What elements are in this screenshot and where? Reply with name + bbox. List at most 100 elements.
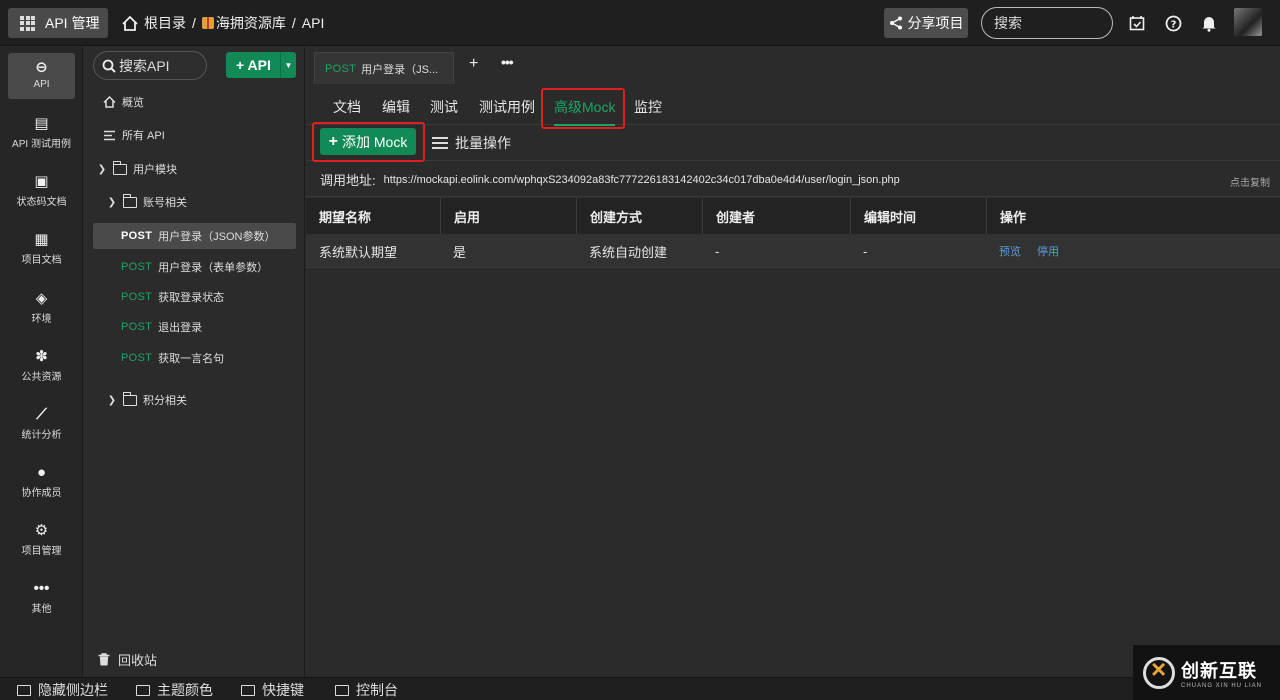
copy-url-link[interactable]: 点击复制 bbox=[1230, 174, 1270, 189]
more-tabs-icon[interactable]: ••• bbox=[501, 54, 514, 70]
nav-label: API bbox=[33, 79, 50, 90]
tree-api-item[interactable]: POST 获取登录状态 bbox=[93, 284, 296, 310]
nav-item-project-management[interactable]: ⚙ 项目管理 bbox=[0, 515, 83, 565]
help-icon[interactable]: ? bbox=[1163, 13, 1183, 33]
recycle-bin[interactable]: 回收站 bbox=[98, 650, 157, 669]
col-header: 操作 bbox=[986, 198, 1280, 234]
folder-icon bbox=[122, 391, 137, 406]
nav-item-api-test-cases[interactable]: ▤ API 测试用例 bbox=[0, 108, 83, 158]
logo-subtext: CHUANG XIN HU LIAN bbox=[1181, 682, 1263, 689]
method-badge: POST bbox=[121, 291, 153, 303]
tree-api-item[interactable]: POST 用户登录（JSON参数） bbox=[93, 223, 296, 249]
cell-enabled: 是 bbox=[453, 244, 467, 260]
api-name: 获取一言名句 bbox=[158, 353, 225, 365]
nav-label: API 测试用例 bbox=[12, 139, 71, 150]
theme-color-button[interactable]: 主题颜色 bbox=[136, 680, 213, 700]
cell-actions: 预览 停用 bbox=[986, 234, 1075, 268]
nav-item-statistics[interactable]: ⟋ 统计分析 bbox=[0, 399, 83, 449]
home-icon bbox=[103, 96, 116, 108]
tree-group-user[interactable]: ❯ 用户模块 bbox=[93, 156, 296, 182]
cell-creator: - bbox=[715, 243, 720, 259]
tab-edit[interactable]: 编辑 bbox=[382, 97, 410, 117]
cell-name: 系统默认期望 bbox=[319, 244, 398, 260]
open-doc-tab[interactable]: POST 用户登录（JS... bbox=[314, 52, 454, 84]
recycle-label: 回收站 bbox=[118, 653, 158, 668]
grid-icon bbox=[20, 15, 35, 31]
batch-operations-button[interactable]: 批量操作 bbox=[432, 133, 511, 153]
left-nav: ⊖ API ▤ API 测试用例 ▣ 状态码文档 ▦ 项目文档 ◈ 环境 ✽ 公共资源 ⟋ 统… bbox=[0, 47, 83, 677]
tree-group-account[interactable]: ❯ 账号相关 bbox=[93, 189, 296, 215]
folder-icon bbox=[112, 160, 127, 175]
tree-label: 概览 bbox=[122, 97, 144, 109]
folder-icon bbox=[122, 193, 137, 208]
menu-lines-icon bbox=[432, 137, 448, 149]
nav-item-shared-resources[interactable]: ✽ 公共资源 bbox=[0, 341, 83, 391]
share-project-button[interactable]: 分享项目 bbox=[884, 8, 968, 38]
add-api-button[interactable]: + API ▼ bbox=[226, 52, 296, 78]
global-search-input[interactable]: 搜索 bbox=[981, 7, 1113, 39]
avatar[interactable] bbox=[1234, 8, 1262, 36]
tree-all-api[interactable]: 所有 API bbox=[93, 122, 296, 148]
breadcrumb-api[interactable]: API bbox=[302, 15, 325, 31]
tab-test-cases[interactable]: 测试用例 bbox=[479, 97, 535, 117]
nav-label: 项目文档 bbox=[21, 255, 62, 266]
home-icon bbox=[122, 15, 138, 31]
api-tree-panel: 搜索API + API ▼ 概览 所有 API ❯ 用户模块 ❯ 账号相关 PO… bbox=[84, 47, 305, 677]
add-tab-icon[interactable]: + bbox=[469, 55, 478, 73]
link-icon: ⊖ bbox=[35, 59, 48, 76]
user-icon: ● bbox=[36, 464, 47, 481]
breadcrumb-project[interactable]: 海拥资源库 bbox=[216, 13, 286, 33]
logo-mark-icon bbox=[1143, 654, 1175, 689]
bottom-label: 控制台 bbox=[356, 682, 398, 698]
col-header: 创建者 bbox=[702, 198, 850, 234]
nav-item-environment[interactable]: ◈ 环境 bbox=[0, 283, 83, 333]
preview-link[interactable]: 预览 bbox=[999, 243, 1021, 259]
bottom-bar: 隐藏侧边栏 主题颜色 快捷键 控制台 bbox=[0, 677, 1280, 700]
app-menu-button[interactable]: API 管理 bbox=[8, 8, 108, 38]
nav-item-project-docs[interactable]: ▦ 项目文档 bbox=[0, 224, 83, 274]
tree-group-points[interactable]: ❯ 积分相关 bbox=[93, 387, 296, 413]
chevron-down-icon: ❯ bbox=[97, 163, 107, 175]
app-label: API 管理 bbox=[45, 15, 100, 31]
svg-text:?: ? bbox=[1170, 19, 1176, 30]
tree-label: 积分相关 bbox=[143, 395, 187, 407]
cell-edited: - bbox=[863, 243, 868, 259]
col-header: 期望名称 bbox=[319, 209, 372, 225]
breadcrumb-root[interactable]: 根目录 bbox=[144, 13, 186, 33]
gift-icon bbox=[201, 17, 214, 29]
api-search-input[interactable]: 搜索API bbox=[93, 51, 207, 80]
method-badge: POST bbox=[121, 352, 153, 364]
calendar-check-icon[interactable] bbox=[1127, 13, 1147, 33]
bottom-label: 隐藏侧边栏 bbox=[38, 682, 108, 698]
nav-item-api[interactable]: ⊖ API bbox=[0, 50, 83, 100]
caret-down-icon[interactable]: ▼ bbox=[280, 52, 296, 78]
bell-icon[interactable] bbox=[1199, 13, 1219, 33]
tree-label: 账号相关 bbox=[143, 197, 187, 209]
shortcuts-button[interactable]: 快捷键 bbox=[241, 680, 304, 700]
col-header: 编辑时间 bbox=[850, 198, 986, 234]
tree-api-item[interactable]: POST 用户登录（表单参数） bbox=[93, 254, 296, 280]
console-button[interactable]: 控制台 bbox=[335, 680, 398, 700]
col-header: 创建方式 bbox=[576, 198, 702, 234]
nav-item-members[interactable]: ● 协作成员 bbox=[0, 457, 83, 507]
nav-item-other[interactable]: ••• 其他 bbox=[0, 573, 83, 623]
tree-api-item[interactable]: POST 退出登录 bbox=[93, 314, 296, 340]
api-search-placeholder: 搜索API bbox=[119, 57, 170, 74]
api-name: 退出登录 bbox=[158, 322, 203, 334]
method-badge: POST bbox=[121, 230, 153, 242]
tab-docs[interactable]: 文档 bbox=[333, 97, 361, 117]
nav-item-status-code-docs[interactable]: ▣ 状态码文档 bbox=[0, 166, 83, 216]
cell-method: 系统自动创建 bbox=[589, 244, 668, 260]
tab-monitor[interactable]: 监控 bbox=[634, 97, 662, 117]
nav-label: 协作成员 bbox=[21, 488, 62, 499]
tree-overview[interactable]: 概览 bbox=[93, 89, 296, 115]
mock-toolbar: + 添加 Mock 批量操作 bbox=[306, 125, 1280, 161]
tree-api-item[interactable]: POST 获取一言名句 bbox=[93, 345, 296, 371]
chevron-down-icon: ❯ bbox=[107, 196, 117, 208]
hide-sidebar-button[interactable]: 隐藏侧边栏 bbox=[17, 680, 108, 700]
tab-test[interactable]: 测试 bbox=[430, 97, 458, 117]
method-badge: POST bbox=[121, 261, 153, 273]
method-badge: POST bbox=[121, 321, 153, 333]
disable-link[interactable]: 停用 bbox=[1037, 243, 1059, 259]
shirt-icon bbox=[136, 684, 150, 696]
